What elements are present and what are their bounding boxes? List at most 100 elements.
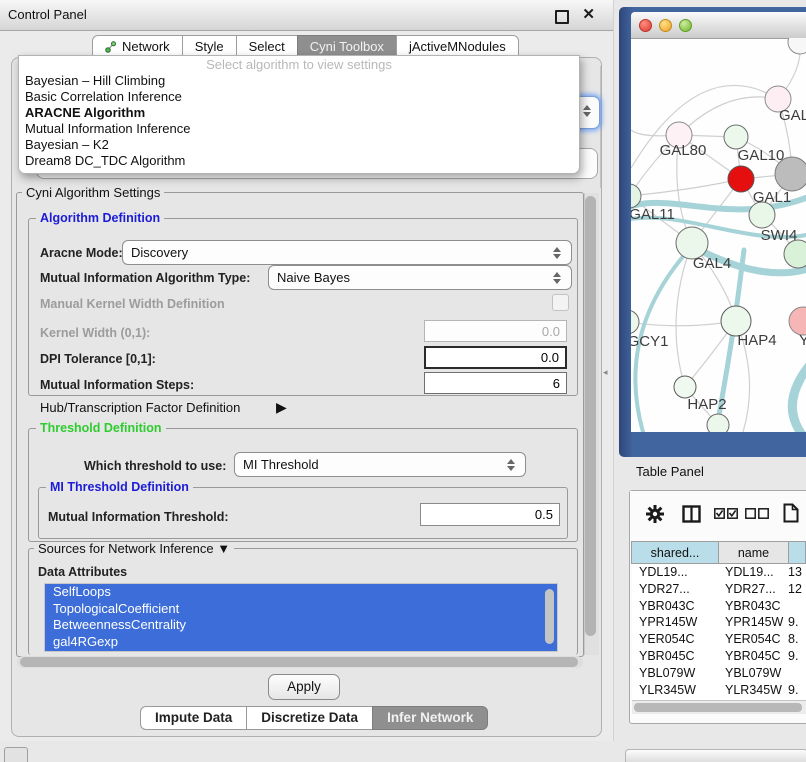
node[interactable] xyxy=(788,38,806,54)
algorithm-option[interactable]: Bayesian – K2 xyxy=(19,137,579,153)
node-green-right[interactable] xyxy=(784,240,806,268)
table-cell: 12 xyxy=(788,581,806,598)
list-scrollbar-thumb[interactable] xyxy=(545,589,554,644)
tab-infer-network[interactable]: Infer Network xyxy=(372,706,488,730)
table-cell: YBL079W xyxy=(719,665,788,682)
algorithm-option[interactable]: Dream8 DC_TDC Algorithm xyxy=(19,153,579,169)
attribute-item[interactable]: BetweennessCentrality xyxy=(45,617,557,634)
node-gal1-selected[interactable] xyxy=(728,166,754,192)
sources-title[interactable]: Sources for Network Inference ▼ xyxy=(34,542,234,555)
node-pink-right[interactable] xyxy=(789,307,806,335)
sources-title-text: Sources for Network Inference xyxy=(38,541,214,556)
table-hscrollbar-thumb[interactable] xyxy=(634,703,802,712)
algorithm-dropdown-list: Bayesian – Hill ClimbingBasic Correlatio… xyxy=(19,73,579,169)
table-cell: YPR145W xyxy=(632,614,719,631)
which-threshold-combobox[interactable]: MI Threshold xyxy=(234,452,526,477)
algorithm-dropdown-popup: Select algorithm to view settings Bayesi… xyxy=(18,55,580,174)
close-icon[interactable]: ✕ xyxy=(582,5,595,25)
node-gcy1[interactable] xyxy=(631,310,639,334)
tab-impute-data[interactable]: Impute Data xyxy=(140,706,247,730)
table-row[interactable]: YDR27...YDR27...12 xyxy=(632,581,806,598)
float-window-icon[interactable] xyxy=(555,10,569,24)
column-header-cut[interactable] xyxy=(788,541,806,564)
table-cell: 8. xyxy=(788,631,806,648)
minimize-traffic-light-icon[interactable] xyxy=(659,19,672,32)
algorithm-option[interactable]: ARACNE Algorithm xyxy=(19,105,579,121)
panel-title: Control Panel xyxy=(8,0,87,30)
close-traffic-light-icon[interactable] xyxy=(639,19,652,32)
network-node-labels: GAL GAL80 GAL10 GAL1 GAL11 SWI4 GAL4 GCY… xyxy=(631,107,806,413)
zoom-traffic-light-icon[interactable] xyxy=(679,19,692,32)
attribute-item[interactable]: TopologicalCoefficient xyxy=(45,601,557,618)
checked-columns-icon[interactable] xyxy=(714,508,738,519)
table-cell: YBL079W xyxy=(632,665,719,682)
network-window-titlebar[interactable] xyxy=(631,12,806,39)
bottom-left-button[interactable] xyxy=(4,747,28,762)
mi-type-combobox[interactable]: Naive Bayes xyxy=(268,265,572,290)
tab-discretize-data[interactable]: Discretize Data xyxy=(246,706,373,730)
table-toolbar xyxy=(630,491,806,539)
hub-section-label[interactable]: Hub/Transcription Factor Definition xyxy=(40,400,240,415)
document-icon[interactable] xyxy=(783,503,799,523)
which-threshold-label: Which threshold to use: xyxy=(84,459,226,473)
table-panel: shared... name YDL19...YDL19...13YDR27..… xyxy=(629,490,806,724)
settings-scrollbar-thumb[interactable] xyxy=(585,196,596,636)
unchecked-columns-icon[interactable] xyxy=(745,508,769,519)
attribute-item[interactable]: SelfLoops xyxy=(45,584,557,601)
table-cell: YDL19... xyxy=(632,564,719,581)
algorithm-option[interactable]: Bayesian – Hill Climbing xyxy=(19,73,579,89)
data-attributes-label: Data Attributes xyxy=(38,565,127,579)
data-attributes-list[interactable]: SelfLoopsTopologicalCoefficientBetweenne… xyxy=(44,583,558,652)
table-panel-title: Table Panel xyxy=(636,464,704,479)
mi-steps-input[interactable] xyxy=(424,372,567,394)
table-body[interactable]: YDL19...YDL19...13YDR27...YDR27...12YBR0… xyxy=(632,564,806,700)
table-cell: YBR045C xyxy=(719,648,788,665)
columns-icon[interactable] xyxy=(682,505,701,523)
kernel-width-input[interactable] xyxy=(424,320,567,342)
table-row[interactable]: YBL079WYBL079W xyxy=(632,665,806,682)
algorithm-option[interactable]: Basic Correlation Inference xyxy=(19,89,579,105)
column-header-name[interactable]: name xyxy=(718,541,789,564)
control-panel: Control Panel ✕ Network Style Select xyxy=(0,0,614,741)
table-row[interactable]: YBR043CYBR043C xyxy=(632,598,806,615)
stepper-arrows-icon xyxy=(553,272,561,284)
table-cell: YPR145W xyxy=(719,614,788,631)
panel-collapse-icon[interactable]: ◂ xyxy=(603,367,608,378)
column-header-shared-name[interactable]: shared... xyxy=(631,541,719,564)
dropdown-prompt: Select algorithm to view settings xyxy=(19,56,579,73)
attribute-item[interactable]: gal4RGexp xyxy=(45,634,557,651)
manual-kernel-checkbox[interactable] xyxy=(552,294,569,311)
dpi-tolerance-input[interactable] xyxy=(424,346,567,369)
gear-icon[interactable] xyxy=(646,505,664,523)
algorithm-option[interactable]: Mutual Information Inference xyxy=(19,121,579,137)
group-border-fragment xyxy=(600,66,601,188)
apply-button[interactable]: Apply xyxy=(268,674,340,700)
table-cell: 9. xyxy=(788,648,806,665)
mi-steps-label: Mutual Information Steps: xyxy=(40,378,194,392)
table-cell: YLR345W xyxy=(632,682,719,699)
node-hap2[interactable] xyxy=(674,376,696,398)
table-cell: YER054C xyxy=(719,631,788,648)
table-cell xyxy=(788,598,806,615)
table-hscrollbar-track[interactable] xyxy=(632,700,806,714)
mi-threshold-input[interactable] xyxy=(420,503,560,526)
combobox-value: Naive Bayes xyxy=(277,270,553,285)
node-green-bottom[interactable] xyxy=(707,414,729,432)
table-row[interactable]: YER054CYER054C8. xyxy=(632,631,806,648)
settings-hscrollbar-thumb[interactable] xyxy=(20,657,578,667)
group-title: Threshold Definition xyxy=(36,422,166,435)
node-label: HAP4 xyxy=(737,332,776,349)
tab-label: Style xyxy=(195,36,224,57)
table-row[interactable]: YDL19...YDL19...13 xyxy=(632,564,806,581)
expand-arrow-icon[interactable]: ▶ xyxy=(276,399,287,416)
table-row[interactable]: YPR145WYPR145W9. xyxy=(632,614,806,631)
tab-label: Cyni Toolbox xyxy=(310,36,384,57)
aracne-mode-combobox[interactable]: Discovery xyxy=(122,240,572,265)
tab-label: jActiveMNodules xyxy=(409,36,506,57)
node-label: GAL4 xyxy=(693,255,731,272)
table-row[interactable]: YBR045CYBR045C9. xyxy=(632,648,806,665)
node-gal10[interactable] xyxy=(724,125,748,149)
network-canvas[interactable]: GAL GAL80 GAL10 GAL1 GAL11 SWI4 GAL4 GCY… xyxy=(631,38,806,432)
table-cell: 9. xyxy=(788,682,806,699)
table-row[interactable]: YLR345WYLR345W9. xyxy=(632,682,806,699)
